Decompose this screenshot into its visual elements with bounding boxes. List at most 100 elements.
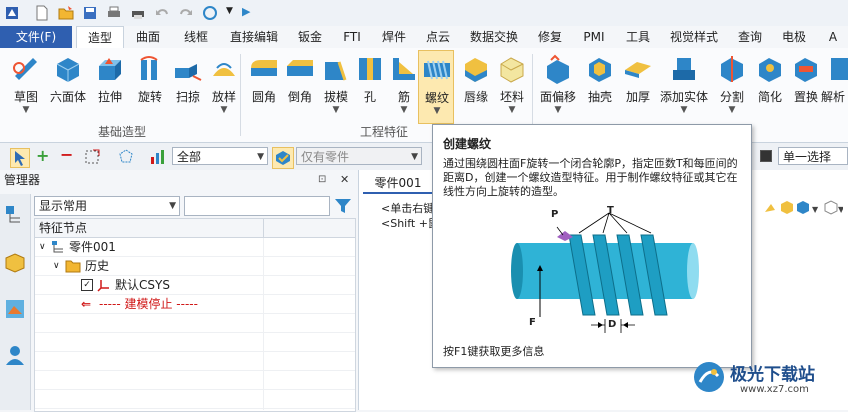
chamfer-button[interactable]: 倒角 [282,50,318,122]
shell-button[interactable]: 抽壳 [582,50,618,122]
new-file-icon[interactable] [34,5,50,21]
filter-all-select[interactable]: 全部 ▼ [172,147,268,165]
tree-row-stop[interactable]: ⇐ ----- 建模停止 ----- [35,295,355,314]
loft-button[interactable]: 放样 ▼ [206,50,242,122]
polygon-select-icon[interactable] [118,149,134,165]
chevron-down-icon[interactable]: ▼ [318,105,354,115]
part-filter-icon[interactable] [272,147,294,169]
replace-button[interactable]: 置换 [788,50,824,122]
sketch-button[interactable]: 草图 ▼ [8,50,44,122]
chevron-down-icon[interactable]: ▼ [540,105,576,115]
tab-pmi[interactable]: PMI [574,26,614,48]
tab-more[interactable]: A [818,26,848,48]
analyze-button[interactable]: 解析 [821,50,848,122]
tab-query[interactable]: 查询 [730,26,770,48]
add-icon[interactable]: + [36,146,49,165]
redo-icon[interactable] [178,5,194,21]
tree-view-icon[interactable] [4,204,26,226]
select-mode-icon[interactable] [760,150,772,162]
chevron-down-icon[interactable]: ▼ [714,105,750,115]
cube-icon [56,58,80,82]
thread-tooltip: 创建螺纹 通过围绕圆柱面F旋转一个闭合轮廓P，指定匝数T和每匝间的距离D，创建一… [432,124,752,368]
chevron-down-icon[interactable]: ▼ [494,105,530,115]
simplify-button[interactable]: 简化 [752,50,788,122]
csys-icon [97,280,109,292]
tab-wireframe[interactable]: 线框 [174,26,218,48]
only-parts-select[interactable]: 仅有零件 ▼ [296,147,422,165]
user-icon[interactable] [4,344,26,366]
document-tab-label: 零件001 [374,176,422,190]
hole-button[interactable]: 孔 [352,50,388,122]
display-filter-select[interactable]: 显示常用 ▼ [34,196,180,216]
revolve-button[interactable]: 旋转 [132,50,168,122]
save-icon[interactable] [82,5,98,21]
view-tools-icon[interactable]: ▼ ▼ [763,200,843,216]
thicken-button[interactable]: 加厚 [620,50,656,122]
box-select-icon[interactable] [84,149,100,165]
file-menu[interactable]: 文件(F) [0,26,72,48]
lip-icon [465,58,487,82]
hexahedron-button[interactable]: 六面体 [50,50,86,122]
tab-visual-style[interactable]: 视觉样式 [662,26,726,48]
split-button[interactable]: 分割 ▼ [714,50,750,122]
chevron-down-icon[interactable]: ▼ [8,105,44,115]
chevron-down-icon[interactable]: ∨ [53,257,60,275]
fillet-icon [251,60,277,76]
filter-funnel-icon[interactable] [334,197,352,215]
visibility-checkbox[interactable]: ✓ [81,279,93,291]
manager-panel: 管理器 ⊡ ✕ 显示常用 ▼ 特征节点 ∨ 零件001 ∨ 历史 ✓ 默认CSY… [0,170,359,412]
customize-dropdown-icon[interactable]: ▼ [226,6,233,16]
print-icon[interactable] [106,5,122,21]
tab-fti[interactable]: FTI [334,26,370,48]
tree-row-part[interactable]: ∨ 零件001 [35,238,355,257]
remove-icon[interactable]: − [60,145,73,164]
lip-button[interactable]: 唇缘 [458,50,494,122]
chevron-down-icon[interactable]: ∨ [39,238,46,256]
extrude-icon [99,58,121,80]
tab-sheetmetal[interactable]: 钣金 [290,26,330,48]
tab-electrode[interactable]: 电极 [774,26,814,48]
chevron-down-icon[interactable]: ▼ [206,105,242,115]
rebuild-icon[interactable] [202,5,218,21]
arrow-left-icon: ⇐ [81,297,92,311]
tab-tools[interactable]: 工具 [618,26,658,48]
undo-icon[interactable] [154,5,170,21]
tree-row-csys[interactable]: ✓ 默认CSYS [35,276,355,295]
chevron-down-icon[interactable]: ▼ [419,106,455,116]
close-icon[interactable]: ✕ [340,170,349,190]
fillet-button[interactable]: 圆角 [246,50,282,122]
history-view-icon[interactable] [4,298,26,320]
print-setup-icon[interactable] [130,5,146,21]
tab-point-cloud[interactable]: 点云 [418,26,458,48]
menu-tab-bar: 文件(F) 造型 曲面 线框 直接编辑 钣金 FTI 焊件 点云 数据交换 修复… [0,26,848,50]
run-icon[interactable]: ▶ [242,5,250,18]
filter-bars-icon[interactable] [150,149,166,165]
extrude-button[interactable]: 拉伸 [92,50,128,122]
add-solid-button[interactable]: 添加实体 ▼ [660,50,708,122]
draft-button[interactable]: 拔模 ▼ [318,50,354,122]
tab-modeling[interactable]: 造型 [76,26,124,50]
tree-row-history[interactable]: ∨ 历史 [35,257,355,276]
tab-data-exchange[interactable]: 数据交换 [462,26,526,48]
chevron-down-icon[interactable]: ▼ [666,105,702,115]
tab-surface[interactable]: 曲面 [126,26,170,48]
open-folder-icon[interactable] [58,5,74,21]
part-view-icon[interactable] [4,252,26,274]
stock-button[interactable]: 坯料 ▼ [494,50,530,122]
sweep-button[interactable]: 扫掠 [170,50,206,122]
draft-icon [325,61,347,81]
select-arrow-icon[interactable] [10,148,30,168]
tab-weldment[interactable]: 焊件 [374,26,414,48]
face-offset-button[interactable]: 面偏移 ▼ [540,50,576,122]
rib-icon [393,58,415,80]
manager-search-input[interactable] [184,196,330,216]
single-select-dropdown[interactable]: 单一选择 [778,147,848,165]
document-tab[interactable]: 零件001 [363,174,433,194]
thread-button[interactable]: 螺纹 ▼ [418,50,454,124]
display-filter-value: 显示常用 [39,199,88,213]
restore-icon[interactable]: ⊡ [318,170,326,190]
chevron-down-icon[interactable]: ▼ [386,105,422,115]
tab-direct-edit[interactable]: 直接编辑 [222,26,286,48]
tab-repair[interactable]: 修复 [530,26,570,48]
rib-button[interactable]: 筋 ▼ [386,50,422,122]
